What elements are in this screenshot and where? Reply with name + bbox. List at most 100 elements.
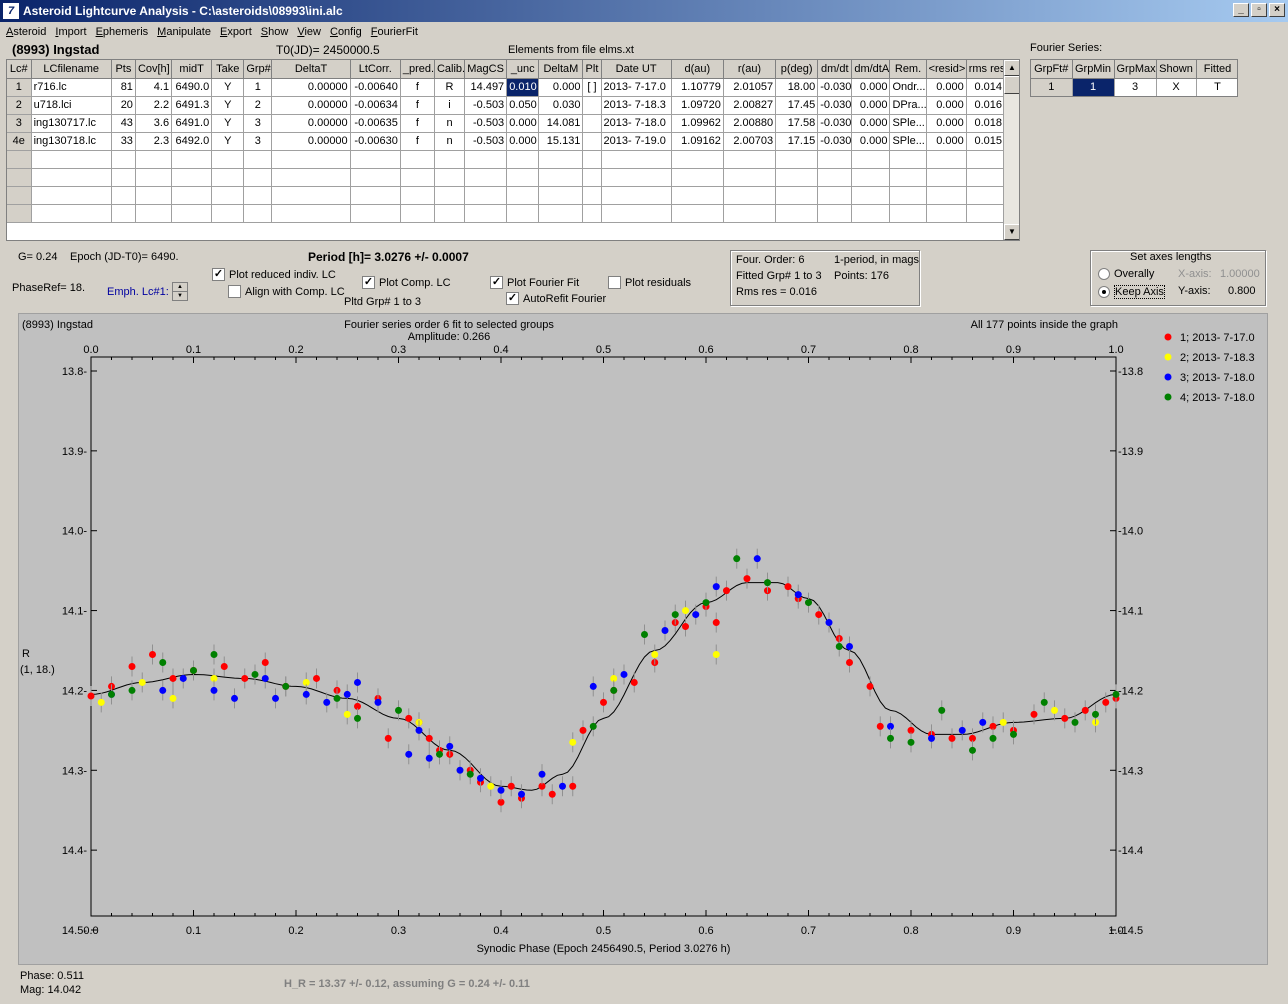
table-cell[interactable]: [926, 204, 967, 223]
table-cell[interactable]: f: [400, 114, 435, 133]
table-cell[interactable]: 0.000: [851, 132, 891, 151]
table-cell[interactable]: [966, 204, 1006, 223]
minimize-button[interactable]: _: [1233, 3, 1249, 17]
data-point[interactable]: [846, 643, 853, 651]
lc-column-header[interactable]: Pts: [111, 60, 136, 79]
scroll-thumb[interactable]: [1004, 76, 1019, 94]
table-cell[interactable]: DPra...: [889, 96, 927, 115]
table-cell[interactable]: [889, 150, 927, 169]
lc-column-header[interactable]: DeltaT: [271, 60, 351, 79]
table-cell[interactable]: 1.09162: [671, 132, 724, 151]
data-point[interactable]: [630, 678, 638, 686]
table-cell[interactable]: [434, 204, 466, 223]
table-cell[interactable]: [538, 204, 584, 223]
table-cell[interactable]: [350, 168, 401, 187]
table-cell[interactable]: [464, 186, 508, 205]
scroll-down-arrow-icon[interactable]: ▼: [1004, 224, 1019, 240]
data-point[interactable]: [1112, 690, 1120, 698]
data-point[interactable]: [97, 698, 105, 706]
table-cell[interactable]: [601, 168, 672, 187]
table-cell[interactable]: [31, 186, 112, 205]
data-point[interactable]: [938, 706, 946, 714]
table-cell[interactable]: SPle...: [889, 114, 927, 133]
plot-fourier-checkbox[interactable]: ✓ Plot Fourier Fit: [490, 276, 579, 289]
lc-column-header[interactable]: Cov[h]: [135, 60, 173, 79]
table-cell[interactable]: [211, 168, 245, 187]
table-cell[interactable]: [506, 150, 540, 169]
spin-down-icon[interactable]: ▼: [173, 292, 187, 301]
table-cell[interactable]: n: [434, 132, 466, 151]
table-cell[interactable]: [889, 204, 927, 223]
scroll-up-arrow-icon[interactable]: ▲: [1004, 60, 1019, 76]
table-cell[interactable]: Y: [211, 132, 245, 151]
table-cell[interactable]: [671, 168, 724, 187]
table-cell[interactable]: 0.015: [966, 132, 1006, 151]
table-row[interactable]: [7, 150, 1006, 169]
table-cell[interactable]: -0.030: [817, 96, 853, 115]
data-point[interactable]: [733, 555, 741, 563]
table-cell[interactable]: 0.016: [966, 96, 1006, 115]
table-cell[interactable]: [271, 168, 351, 187]
table-cell[interactable]: [111, 168, 136, 187]
emph-spinner[interactable]: ▲ ▼: [172, 282, 188, 301]
table-cell[interactable]: [601, 150, 672, 169]
table-row[interactable]: 3 ing130717.lc 43 3.6 6491.0 Y 3 0.00000 -0.0063…: [7, 114, 1006, 133]
data-point[interactable]: [477, 774, 484, 782]
maximize-button[interactable]: ▫: [1251, 3, 1267, 17]
data-point[interactable]: [405, 750, 413, 758]
data-point[interactable]: [661, 627, 669, 635]
table-cell[interactable]: [889, 168, 927, 187]
table-cell[interactable]: 0.000: [851, 78, 891, 97]
table-cell[interactable]: [350, 204, 401, 223]
table-row[interactable]: 4e ing130718.lc 33 2.3 6492.0 Y 3 0.00000 -0.006…: [7, 132, 1006, 151]
data-point[interactable]: [999, 718, 1007, 726]
table-cell[interactable]: [723, 204, 777, 223]
lc-column-header[interactable]: Date UT: [601, 60, 672, 79]
data-point[interactable]: [261, 674, 269, 682]
table-cell[interactable]: [926, 150, 967, 169]
table-cell[interactable]: [817, 204, 853, 223]
table-cell[interactable]: -0.00635: [350, 114, 401, 133]
menu-asteroid[interactable]: Asteroid: [6, 26, 46, 38]
table-cell[interactable]: 2.2: [135, 96, 173, 115]
table-cell[interactable]: 0.000: [926, 132, 967, 151]
overally-radio[interactable]: Overally: [1098, 268, 1154, 280]
lc-column-header[interactable]: <resid>: [926, 60, 967, 79]
lc-column-header[interactable]: _unc: [506, 60, 540, 79]
table-cell[interactable]: [851, 204, 891, 223]
data-point[interactable]: [876, 722, 884, 730]
table-cell[interactable]: [817, 168, 853, 187]
table-cell[interactable]: 6490.0: [171, 78, 213, 97]
table-cell[interactable]: [464, 150, 508, 169]
data-point[interactable]: [559, 782, 566, 790]
table-cell[interactable]: 0.018: [966, 114, 1006, 133]
lc-column-header[interactable]: LCfilename: [31, 60, 112, 79]
data-point[interactable]: [456, 766, 464, 774]
fs-cell[interactable]: 1: [1031, 78, 1073, 96]
table-cell[interactable]: [31, 168, 112, 187]
menu-ephemeris[interactable]: Ephemeris: [96, 26, 149, 38]
table-cell[interactable]: -0.503: [464, 132, 508, 151]
table-cell[interactable]: [135, 168, 173, 187]
data-point[interactable]: [692, 611, 700, 619]
data-point[interactable]: [764, 579, 771, 587]
data-point[interactable]: [251, 670, 259, 678]
data-point[interactable]: [497, 786, 505, 794]
table-cell[interactable]: f: [400, 96, 435, 115]
data-point[interactable]: [1081, 706, 1089, 714]
data-point[interactable]: [395, 706, 402, 714]
table-cell[interactable]: Y: [211, 96, 245, 115]
data-point[interactable]: [548, 790, 556, 798]
table-cell[interactable]: [851, 186, 891, 205]
table-row[interactable]: 2 u718.lci 20 2.2 6491.3 Y 2 0.00000 -0.00634 f i -…: [7, 96, 1006, 115]
data-point[interactable]: [682, 607, 689, 615]
table-cell[interactable]: [817, 186, 853, 205]
data-point[interactable]: [712, 650, 720, 658]
data-point[interactable]: [149, 650, 156, 658]
table-cell[interactable]: [243, 204, 273, 223]
table-cell[interactable]: [211, 150, 245, 169]
table-cell[interactable]: 0.000: [926, 96, 967, 115]
table-cell[interactable]: [434, 186, 466, 205]
data-point[interactable]: [1040, 698, 1048, 706]
table-row[interactable]: [7, 168, 1006, 187]
